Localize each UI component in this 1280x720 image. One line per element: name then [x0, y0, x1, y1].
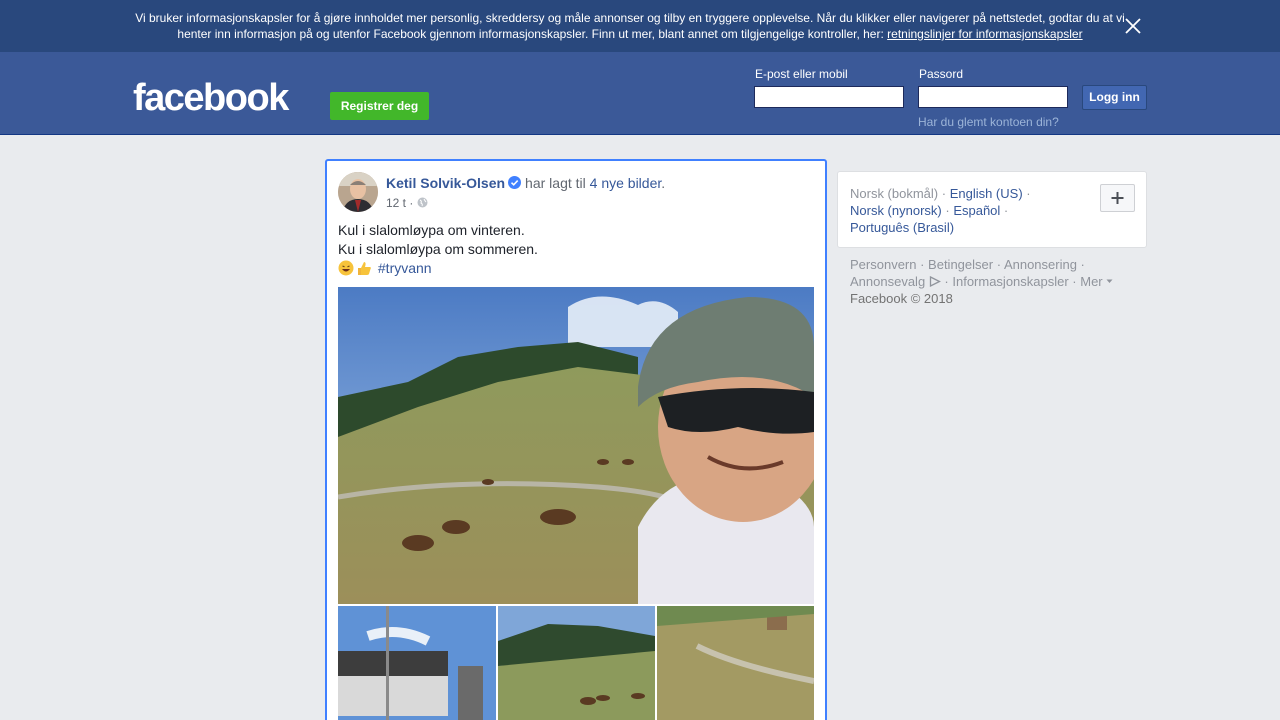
footer-link-terms[interactable]: Betingelser: [928, 257, 993, 272]
password-field[interactable]: [918, 86, 1068, 108]
plus-icon: [1111, 192, 1124, 204]
post-meta: 12 t ·: [386, 196, 428, 210]
action-suffix: .: [661, 175, 666, 191]
register-button[interactable]: Registrer deg: [330, 92, 429, 120]
language-list: Norsk (bokmål) · English (US) · Norsk (n…: [850, 186, 1031, 235]
footer-link-advertising[interactable]: Annonsering: [1004, 257, 1077, 272]
caret-down-icon: [1106, 274, 1113, 289]
photos-link[interactable]: 4 nye bilder: [590, 175, 662, 191]
language-option[interactable]: Português (Brasil): [850, 220, 954, 235]
facebook-logo[interactable]: facebook: [133, 75, 289, 121]
cookie-policy-link[interactable]: retningslinjer for informasjonskapsler: [887, 27, 1082, 41]
post-photo-main[interactable]: [338, 287, 814, 604]
action-prefix: har lagt til: [525, 175, 586, 191]
language-option[interactable]: Español: [953, 203, 1000, 218]
post-line: Ku i slalomløypa om sommeren.: [338, 241, 538, 257]
meta-separator: ·: [406, 196, 417, 210]
top-bar: facebook Registrer deg E-post eller mobi…: [0, 52, 1280, 135]
forgot-account-link[interactable]: Har du glemt kontoen din?: [918, 115, 1059, 129]
globe-icon: [417, 197, 428, 208]
post-line: Kul i slalomløypa om vinteren.: [338, 222, 525, 238]
email-label: E-post eller mobil: [755, 67, 848, 81]
footer-link-more[interactable]: Mer: [1080, 274, 1102, 289]
post-card: Ketil Solvik-Olsen har lagt til 4 nye bil…: [325, 159, 827, 720]
post-time[interactable]: 12 t: [386, 196, 406, 210]
language-option[interactable]: English (US): [950, 186, 1023, 201]
grinning-emoji-icon: [338, 260, 354, 276]
avatar[interactable]: [338, 172, 378, 212]
password-label: Passord: [919, 67, 964, 81]
language-option[interactable]: Norsk (nynorsk): [850, 203, 942, 218]
post-photo-thumb[interactable]: [657, 606, 814, 720]
current-language: Norsk (bokmål): [850, 186, 939, 201]
footer-links: Personvern · Betingelser · Annonsering ·…: [850, 256, 1140, 307]
copyright: Facebook © 2018: [850, 291, 953, 306]
more-languages-button[interactable]: [1100, 184, 1135, 212]
language-selector: Norsk (bokmål) · English (US) · Norsk (n…: [837, 171, 1147, 248]
hashtag-link[interactable]: #tryvann: [378, 260, 432, 276]
thumbs-up-emoji-icon: [356, 260, 372, 276]
cookie-text: Vi bruker informasjonskapsler for å gjør…: [130, 10, 1130, 42]
cookie-banner: Vi bruker informasjonskapsler for å gjør…: [0, 0, 1280, 52]
adchoices-icon: [929, 274, 941, 289]
author-name[interactable]: Ketil Solvik-Olsen: [386, 175, 505, 191]
footer-link-cookies[interactable]: Informasjonskapsler: [952, 274, 1068, 289]
close-icon[interactable]: [1122, 15, 1144, 37]
verified-badge-icon: [508, 176, 522, 189]
post-text: Kul i slalomløypa om vinteren. Ku i slal…: [338, 221, 538, 278]
footer-link-privacy[interactable]: Personvern: [850, 257, 916, 272]
footer-link-adchoices[interactable]: Annonsevalg: [850, 274, 925, 289]
email-field[interactable]: [754, 86, 904, 108]
post-photo-thumb[interactable]: [498, 606, 655, 720]
login-button[interactable]: Logg inn: [1082, 85, 1147, 110]
emoji-line: #tryvann: [338, 259, 538, 278]
post-photo-thumb[interactable]: [338, 606, 496, 720]
post-header: Ketil Solvik-Olsen har lagt til 4 nye bil…: [386, 175, 665, 191]
